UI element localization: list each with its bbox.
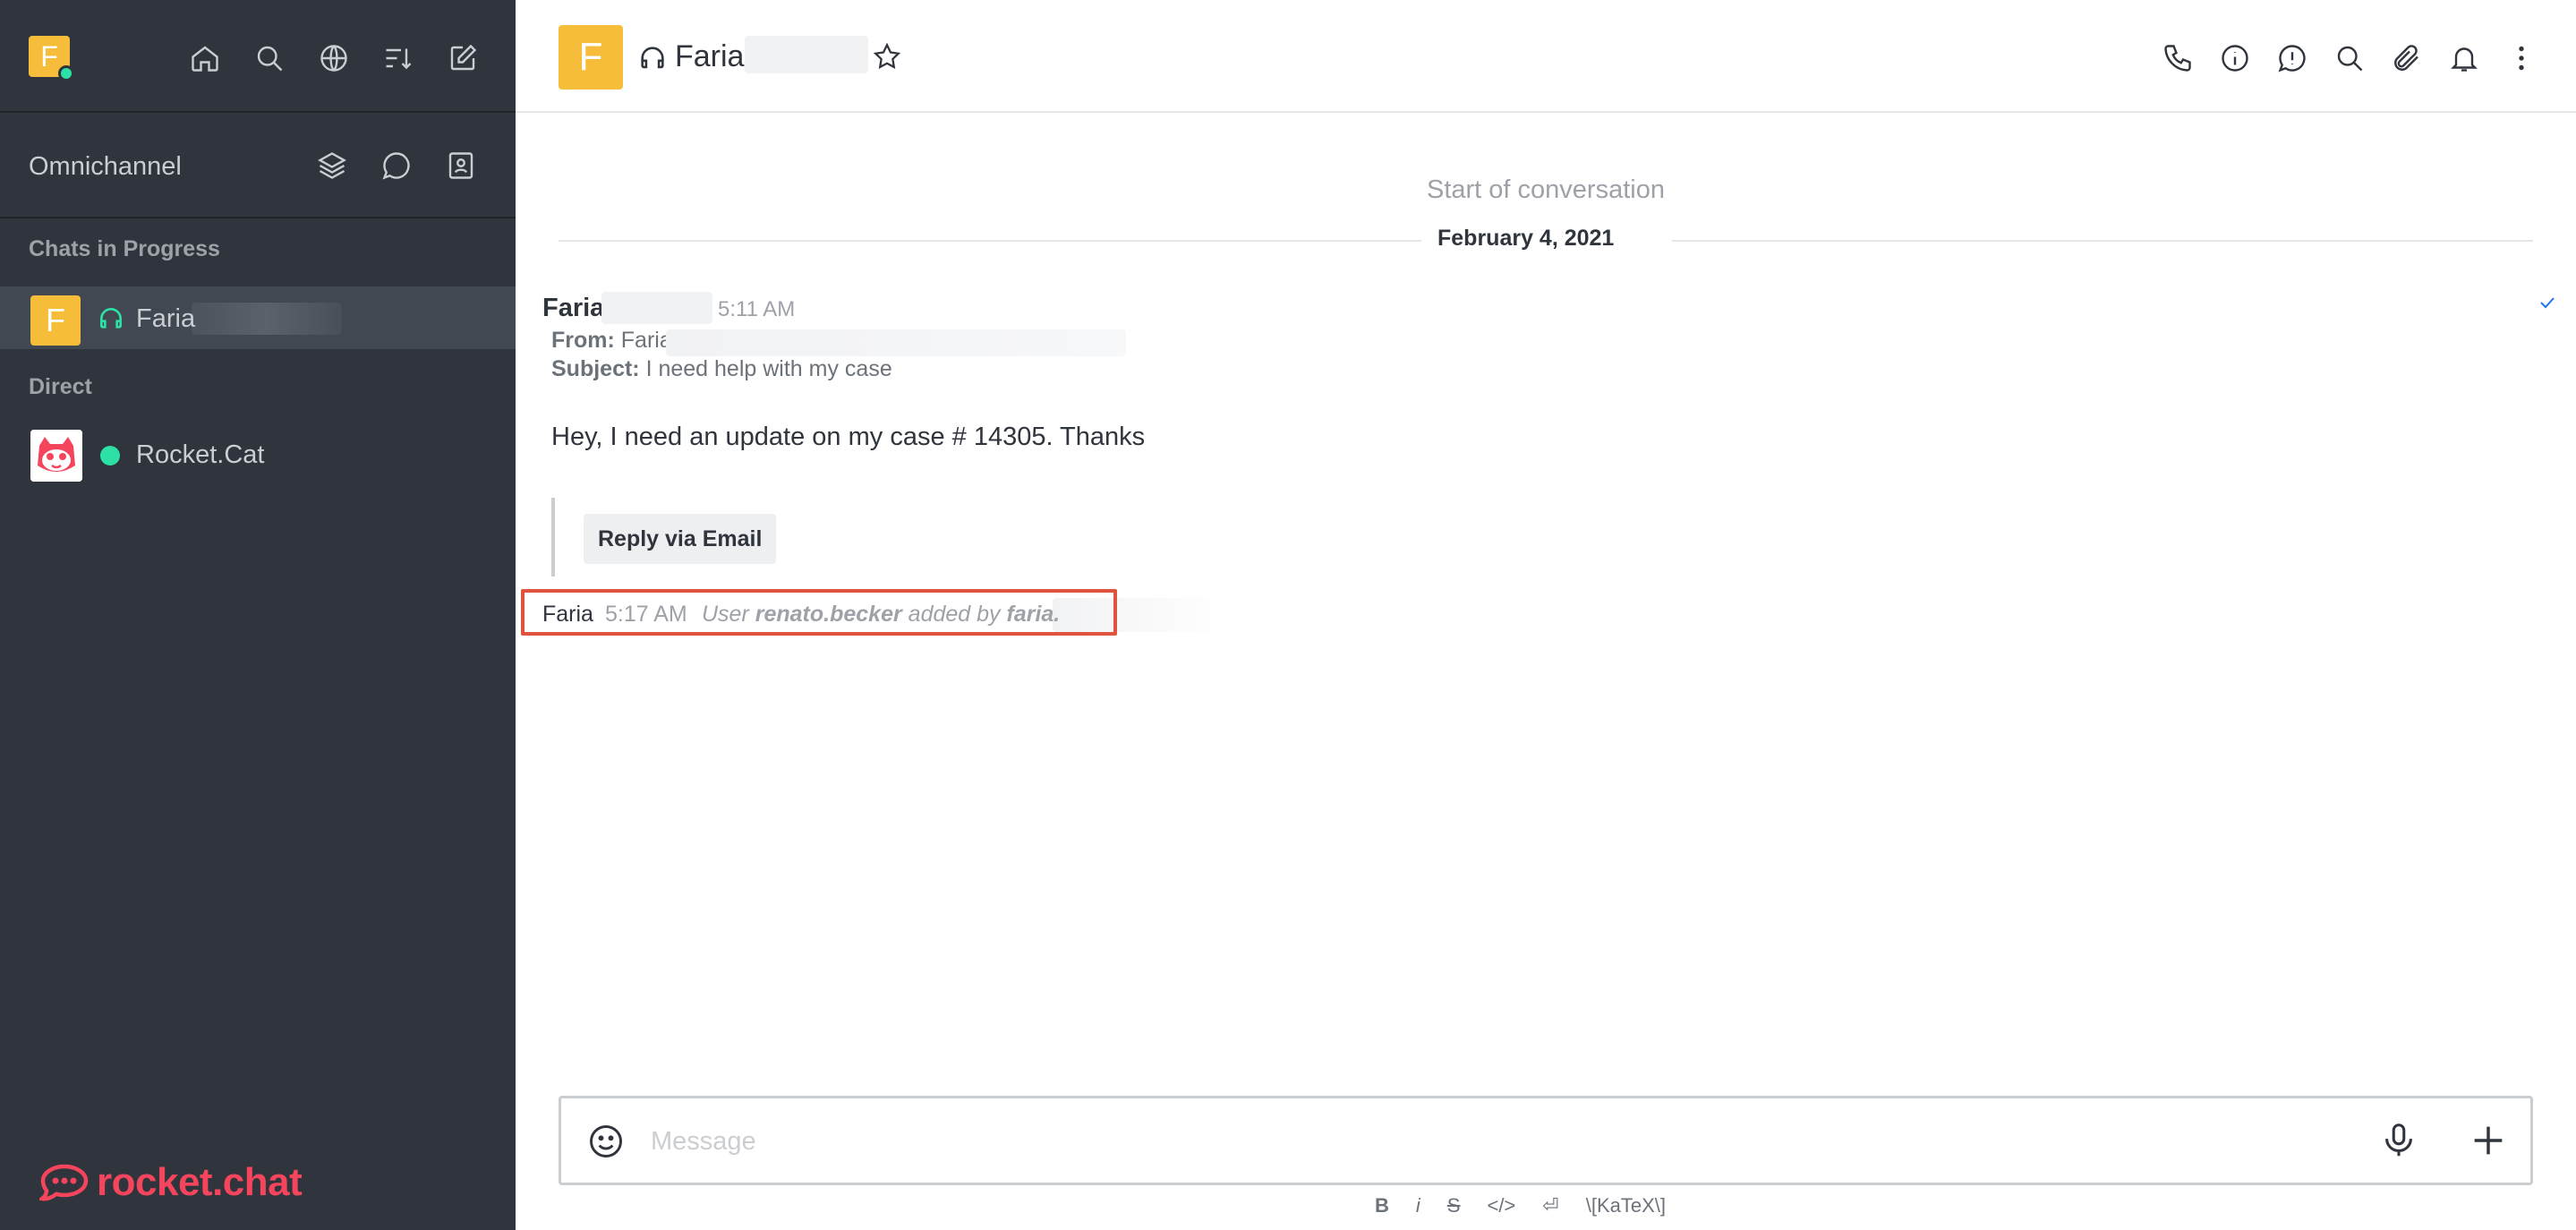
room-avatar-initial: F <box>46 302 65 338</box>
contact-center-icon[interactable] <box>442 147 480 184</box>
message-read-check-icon <box>2540 297 2555 309</box>
message-input[interactable] <box>651 1116 2351 1166</box>
rocket-chat-logo: rocket.chat <box>39 1160 303 1205</box>
search-messages-icon[interactable] <box>2331 39 2368 77</box>
user-avatar-initial: F <box>40 40 58 73</box>
redacted-title-blur <box>745 36 868 73</box>
chat-bubble-icon[interactable] <box>378 147 415 184</box>
start-of-conversation: Start of conversation <box>1427 175 1665 204</box>
sidebar-item-label: Faria <box>136 304 196 333</box>
sidebar-item-faria[interactable]: F Faria <box>0 286 516 349</box>
format-newline[interactable]: ⏎ <box>1542 1194 1558 1217</box>
format-code[interactable]: </> <box>1487 1194 1515 1217</box>
plus-icon[interactable] <box>2468 1120 2509 1161</box>
attachment-clip-icon[interactable] <box>2388 39 2426 77</box>
omnichannel-label: Omnichannel <box>29 152 182 181</box>
room-header-initial: F <box>578 35 603 79</box>
rocket-chat-logo-icon <box>39 1164 89 1201</box>
sidebar-header: F <box>0 0 516 113</box>
main-panel: F Faria Start of conversation February 4… <box>516 0 2576 1230</box>
discussion-alert-icon[interactable] <box>2273 39 2311 77</box>
user-avatar[interactable]: F <box>29 36 74 81</box>
email-from-label: From: <box>551 328 615 353</box>
user-status-online <box>58 65 74 81</box>
section-direct: Direct <box>29 374 92 399</box>
phone-call-icon[interactable] <box>2159 39 2196 77</box>
redacted-author-blur <box>601 292 712 324</box>
sidebar: F Omnichannel Chats in Progress F Faria … <box>0 0 516 1230</box>
directory-globe-icon[interactable] <box>315 39 353 77</box>
format-bold[interactable]: B <box>1375 1194 1389 1217</box>
sidebar-toolbar <box>186 39 482 77</box>
queue-layers-icon[interactable] <box>313 147 351 184</box>
brand-text: rocket.chat <box>97 1160 303 1204</box>
email-subject-value: I need help with my case <box>645 356 892 381</box>
highlight-box <box>521 589 1117 636</box>
message-author[interactable]: Faria <box>542 294 604 323</box>
redacted-email-blur <box>666 329 1126 356</box>
attachment-border <box>551 498 555 577</box>
emoji-icon[interactable] <box>586 1122 626 1161</box>
sort-icon[interactable] <box>380 39 417 77</box>
room-header-toolbar <box>2159 39 2540 77</box>
home-icon[interactable] <box>186 39 224 77</box>
formatting-toolbar: B i S </> ⏎ \[KaTeX\] <box>1375 1194 1666 1217</box>
room-info-icon[interactable] <box>2216 39 2254 77</box>
room-header-avatar[interactable]: F <box>559 25 623 90</box>
microphone-icon[interactable] <box>2378 1120 2419 1161</box>
date-divider: February 4, 2021 <box>1437 226 1615 251</box>
create-new-icon[interactable] <box>444 39 482 77</box>
livechat-headset-icon <box>641 47 664 69</box>
omnichannel-toolbar <box>313 147 480 184</box>
format-katex[interactable]: \[KaTeX\] <box>1586 1194 1666 1217</box>
date-divider-line-right <box>1672 240 2533 242</box>
email-from-value: Faria <box>620 328 672 353</box>
room-header: F Faria <box>516 0 2576 113</box>
format-strike[interactable]: S <box>1447 1194 1461 1217</box>
date-divider-line-left <box>559 240 1421 242</box>
message-body: Hey, I need an update on my case # 14305… <box>551 423 1146 451</box>
email-subject-label: Subject: <box>551 356 640 381</box>
message-time: 5:11 AM <box>718 297 796 321</box>
notification-bell-icon[interactable] <box>2445 39 2483 77</box>
room-avatar: F <box>30 295 81 346</box>
reply-via-email-button[interactable]: Reply via Email <box>584 514 777 564</box>
search-icon[interactable] <box>251 39 288 77</box>
redacted-name-blur <box>192 303 342 335</box>
star-icon[interactable] <box>872 41 902 72</box>
email-from-line: From: Faria <box>551 328 672 354</box>
status-online-dot <box>100 446 120 466</box>
format-italic[interactable]: i <box>1416 1194 1420 1217</box>
message-composer <box>559 1096 2533 1185</box>
sidebar-item-rocket-cat[interactable]: Rocket.Cat <box>0 423 516 485</box>
livechat-headset-icon <box>100 308 122 329</box>
email-subject-line: Subject: I need help with my case <box>551 356 892 382</box>
kebab-menu-icon[interactable] <box>2503 39 2540 77</box>
section-chats-in-progress: Chats in Progress <box>29 236 220 261</box>
omnichannel-bar: Omnichannel <box>0 113 516 218</box>
room-title: Faria <box>675 39 745 73</box>
sidebar-item-label: Rocket.Cat <box>136 440 265 469</box>
rocket-cat-avatar <box>30 430 82 482</box>
